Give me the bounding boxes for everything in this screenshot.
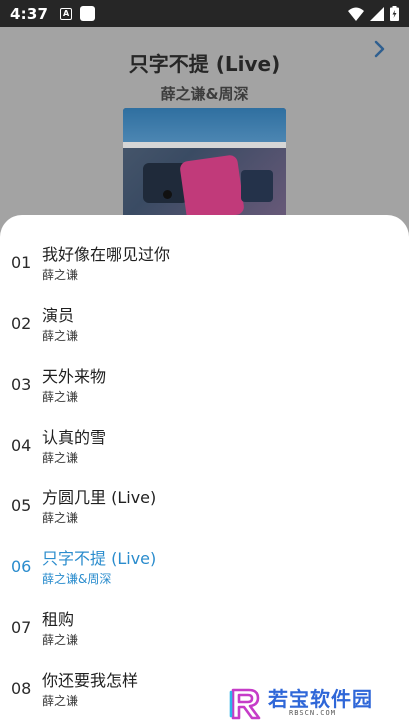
notification-square-icon — [80, 6, 96, 21]
track-title: 只字不提 (Live) — [42, 549, 157, 568]
app-screen: 4:37 A 只字不提 (Live) 薛之谦&周深 01 我好像在哪见过你 薛之… — [0, 0, 409, 728]
watermark-url: RBSCN.COM — [289, 709, 336, 717]
track-number: 07 — [11, 618, 32, 637]
status-time: 4:37 — [10, 4, 49, 23]
track-artist: 薛之谦 — [42, 451, 79, 465]
track-number: 01 — [11, 253, 32, 272]
track-number: 02 — [11, 314, 32, 333]
playlist-item[interactable]: 03 天外来物 薛之谦 — [0, 353, 409, 414]
album-art-stripe — [123, 142, 286, 148]
signal-icon — [370, 6, 384, 21]
chevron-right-icon[interactable] — [373, 39, 387, 59]
status-bar: 4:37 A — [0, 0, 409, 27]
track-title: 我好像在哪见过你 — [42, 245, 171, 264]
track-title: 演员 — [42, 306, 75, 325]
track-artist: 薛之谦 — [42, 390, 79, 404]
track-title: 你还要我怎样 — [42, 671, 139, 690]
track-title: 租购 — [42, 610, 75, 629]
status-icons — [348, 6, 399, 21]
track-artist: 薛之谦 — [42, 268, 79, 282]
watermark-logo-icon — [229, 688, 261, 720]
album-art-sky — [123, 108, 286, 142]
track-artist: 薛之谦 — [42, 633, 79, 647]
playlist-item[interactable]: 05 方圆几里 (Live) 薛之谦 — [0, 474, 409, 535]
playlist-sheet: 01 我好像在哪见过你 薛之谦 02 演员 薛之谦 03 天外来物 薛之谦 04… — [0, 215, 409, 728]
song-artist: 薛之谦&周深 — [160, 85, 249, 103]
track-title: 方圆几里 (Live) — [42, 488, 157, 507]
album-art-dot — [163, 190, 172, 199]
track-artist: 薛之谦 — [42, 329, 79, 343]
track-number: 03 — [11, 375, 32, 394]
track-number: 05 — [11, 496, 32, 515]
notification-a-icon: A — [60, 7, 73, 20]
track-number: 04 — [11, 436, 32, 455]
playlist-item[interactable]: 02 演员 薛之谦 — [0, 292, 409, 353]
album-art-shape — [179, 154, 245, 222]
album-art-shape — [241, 170, 273, 202]
watermark-name: 若宝软件园 — [268, 687, 373, 711]
song-title: 只字不提 (Live) — [128, 52, 281, 76]
track-title: 认真的雪 — [42, 428, 107, 447]
battery-icon — [390, 6, 399, 21]
watermark: 若宝软件园 RBSCN.COM — [229, 684, 394, 720]
track-artist: 薛之谦&周深 — [42, 572, 112, 586]
track-number: 06 — [11, 557, 32, 576]
track-title: 天外来物 — [42, 367, 107, 386]
track-artist: 薛之谦 — [42, 694, 79, 708]
playlist-item[interactable]: 01 我好像在哪见过你 薛之谦 — [0, 231, 409, 292]
album-art — [123, 108, 286, 228]
track-artist: 薛之谦 — [42, 511, 79, 525]
track-number: 08 — [11, 679, 32, 698]
playlist-item[interactable]: 04 认真的雪 薛之谦 — [0, 414, 409, 475]
wifi-icon — [348, 7, 364, 21]
playlist-item[interactable]: 07 租购 薛之谦 — [0, 596, 409, 657]
playlist-item-active[interactable]: 06 只字不提 (Live) 薛之谦&周深 — [0, 535, 409, 596]
